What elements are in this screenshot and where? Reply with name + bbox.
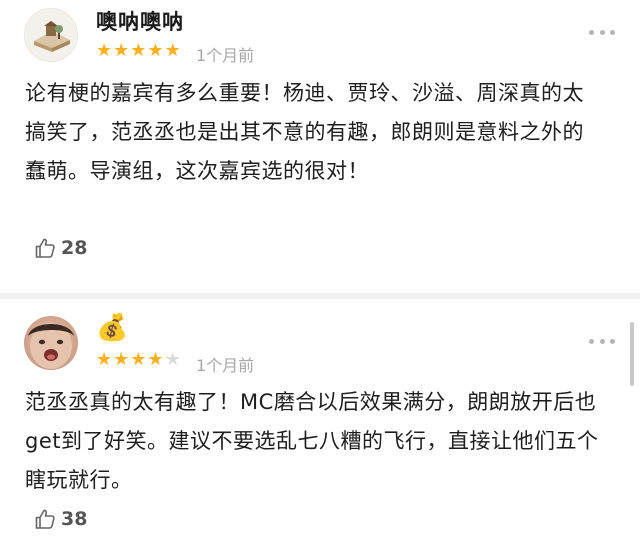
more-options-button[interactable] — [589, 28, 615, 36]
star-icon: ★ — [113, 40, 130, 61]
more-dots-icon — [610, 29, 615, 35]
like-button[interactable]: 28 — [33, 236, 87, 260]
thumbs-up-icon — [35, 238, 55, 258]
rating-stars: ★ ★ ★ ★ ★ — [96, 350, 181, 370]
star-icon: ★ — [164, 40, 181, 61]
username[interactable]: 噢呐噢呐 — [96, 6, 184, 36]
more-dots-icon — [589, 29, 594, 35]
review-item: 💰 ★ ★ ★ ★ ★ 1个月前 范丞丞真的太有趣了！MC磨合以后效果满分，朗朗… — [0, 299, 640, 554]
avatar-illustration — [25, 9, 77, 61]
rating-stars: ★ ★ ★ ★ ★ — [96, 41, 181, 61]
star-icon: ★ — [96, 40, 113, 61]
star-icon: ★ — [96, 349, 113, 370]
like-count: 38 — [61, 508, 88, 530]
review-item: 噢呐噢呐 ★ ★ ★ ★ ★ 1个月前 论有梗的嘉宾有多么重要！杨迪、贾玲、沙溢… — [0, 0, 640, 293]
star-icon: ★ — [147, 40, 164, 61]
review-content: 范丞丞真的太有趣了！MC磨合以后效果满分，朗朗放开后也get到了好笑。建议不要选… — [25, 390, 599, 492]
more-dots-icon — [610, 338, 615, 344]
like-button[interactable]: 38 — [33, 507, 87, 531]
star-icon: ★ — [130, 349, 147, 370]
avatar[interactable] — [24, 316, 78, 370]
review-time: 1个月前 — [196, 46, 255, 65]
more-dots-icon — [599, 338, 605, 344]
review-time: 1个月前 — [196, 356, 255, 375]
review-content: 论有梗的嘉宾有多么重要！杨迪、贾玲、沙溢、周深真的太搞笑了，范丞丞也是出其不意的… — [25, 81, 584, 183]
money-bag-icon: 💰 — [96, 313, 129, 343]
like-count: 28 — [61, 237, 88, 259]
thumbs-up-icon — [35, 509, 55, 529]
star-icon: ★ — [147, 349, 164, 370]
avatar-illustration — [28, 323, 74, 369]
star-icon: ★ — [130, 40, 147, 61]
more-dots-icon — [589, 338, 594, 344]
more-dots-icon — [599, 29, 605, 35]
more-options-button[interactable] — [589, 337, 615, 345]
star-icon: ★ — [164, 349, 181, 370]
avatar[interactable] — [24, 8, 78, 62]
star-icon: ★ — [113, 349, 130, 370]
scrollbar[interactable] — [630, 322, 634, 386]
